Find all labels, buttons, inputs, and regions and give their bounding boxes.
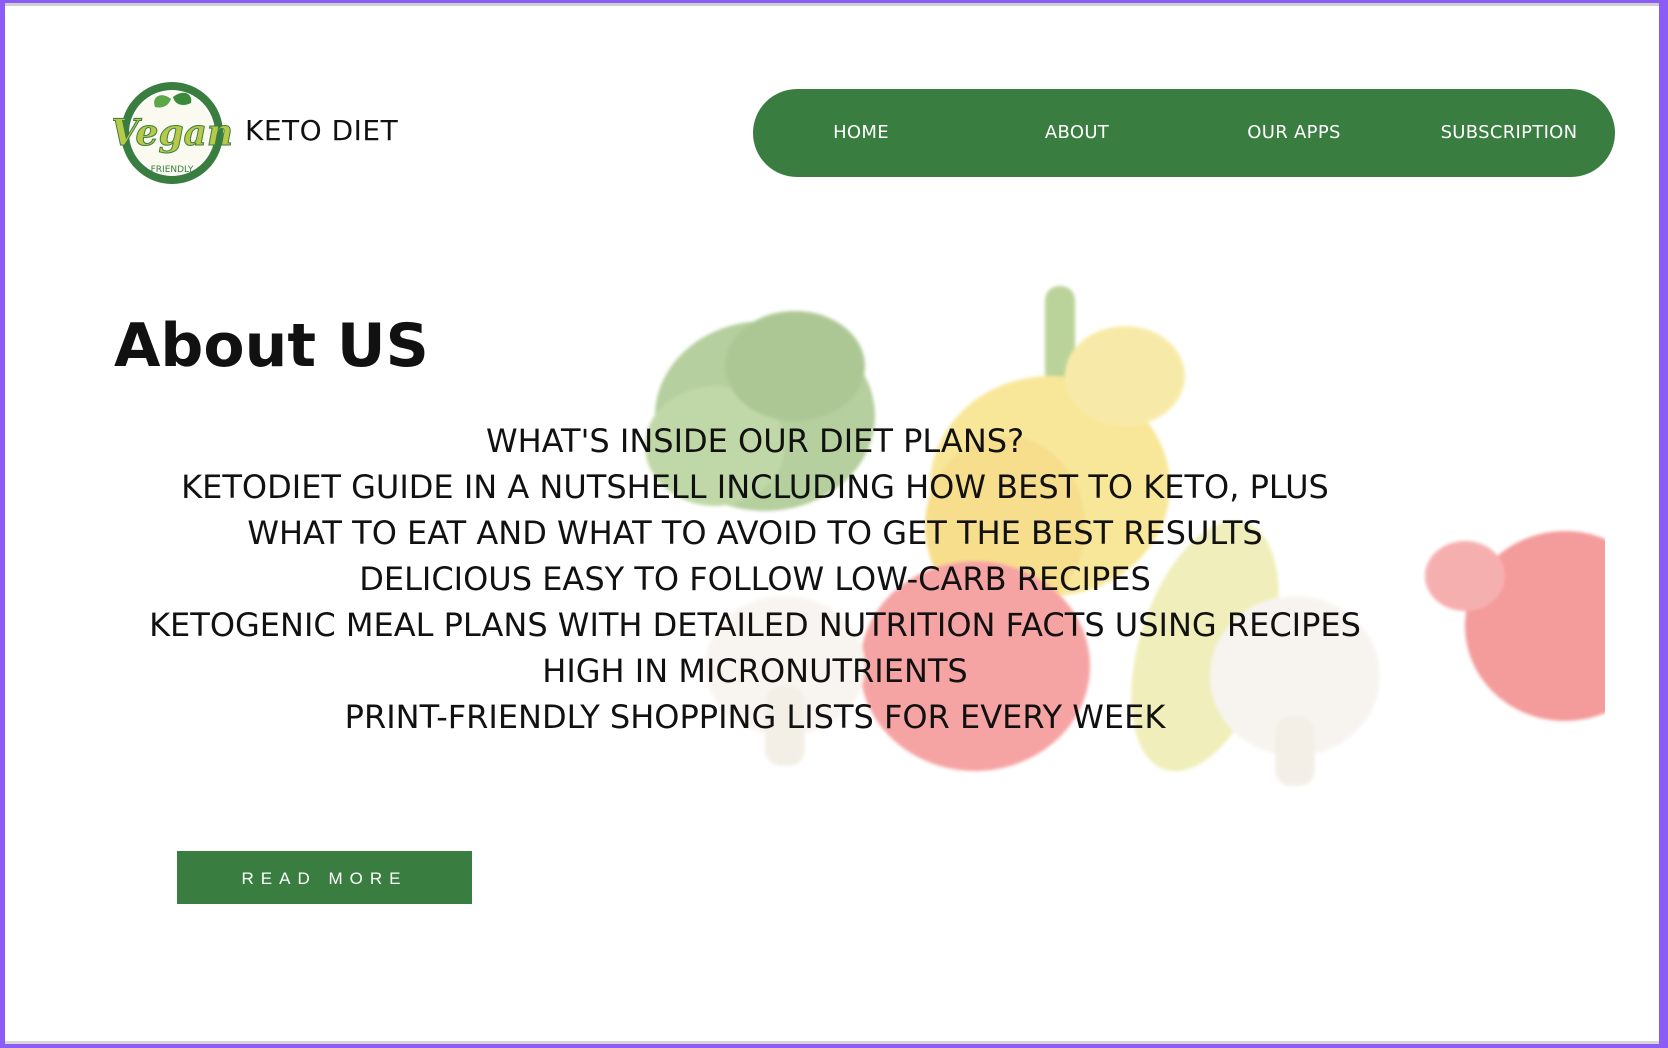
feature-line: PRINT-FRIENDLY SHOPPING LISTS FOR EVERY … xyxy=(344,698,1166,736)
logo-text: Vegan xyxy=(113,112,231,154)
page: Vegan FRIENDLY KETO DIET HOME ABOUT OUR … xyxy=(5,3,1659,1044)
page-title: About US xyxy=(114,311,429,381)
main-navigation: HOME ABOUT OUR APPS SUBSCRIPTION xyxy=(753,89,1615,177)
nav-about[interactable]: ABOUT xyxy=(969,89,1185,177)
feature-line: WHAT TO EAT AND WHAT TO AVOID TO GET THE… xyxy=(247,514,1263,552)
feature-line: WHAT'S INSIDE OUR DIET PLANS? xyxy=(485,422,1025,460)
feature-line: DELICIOUS EASY TO FOLLOW LOW-CARB RECIPE… xyxy=(359,560,1151,598)
feature-line: HIGH IN MICRONUTRIENTS xyxy=(542,652,968,690)
feature-line: KETODIET GUIDE IN A NUTSHELL INCLUDING H… xyxy=(181,468,1329,506)
plan-features: WHAT'S INSIDE OUR DIET PLANS? KETODIET G… xyxy=(55,418,1455,740)
read-more-button[interactable]: READ MORE xyxy=(177,851,472,904)
vegan-friendly-logo[interactable]: Vegan FRIENDLY xyxy=(110,79,234,187)
nav-our-apps[interactable]: OUR APPS xyxy=(1186,89,1402,177)
nav-home[interactable]: HOME xyxy=(753,89,969,177)
brand-name: KETO DIET xyxy=(245,114,399,147)
feature-line: KETOGENIC MEAL PLANS WITH DETAILED NUTRI… xyxy=(149,606,1361,644)
nav-subscription[interactable]: SUBSCRIPTION xyxy=(1401,89,1617,177)
logo-ribbon-text: FRIENDLY xyxy=(151,165,194,175)
